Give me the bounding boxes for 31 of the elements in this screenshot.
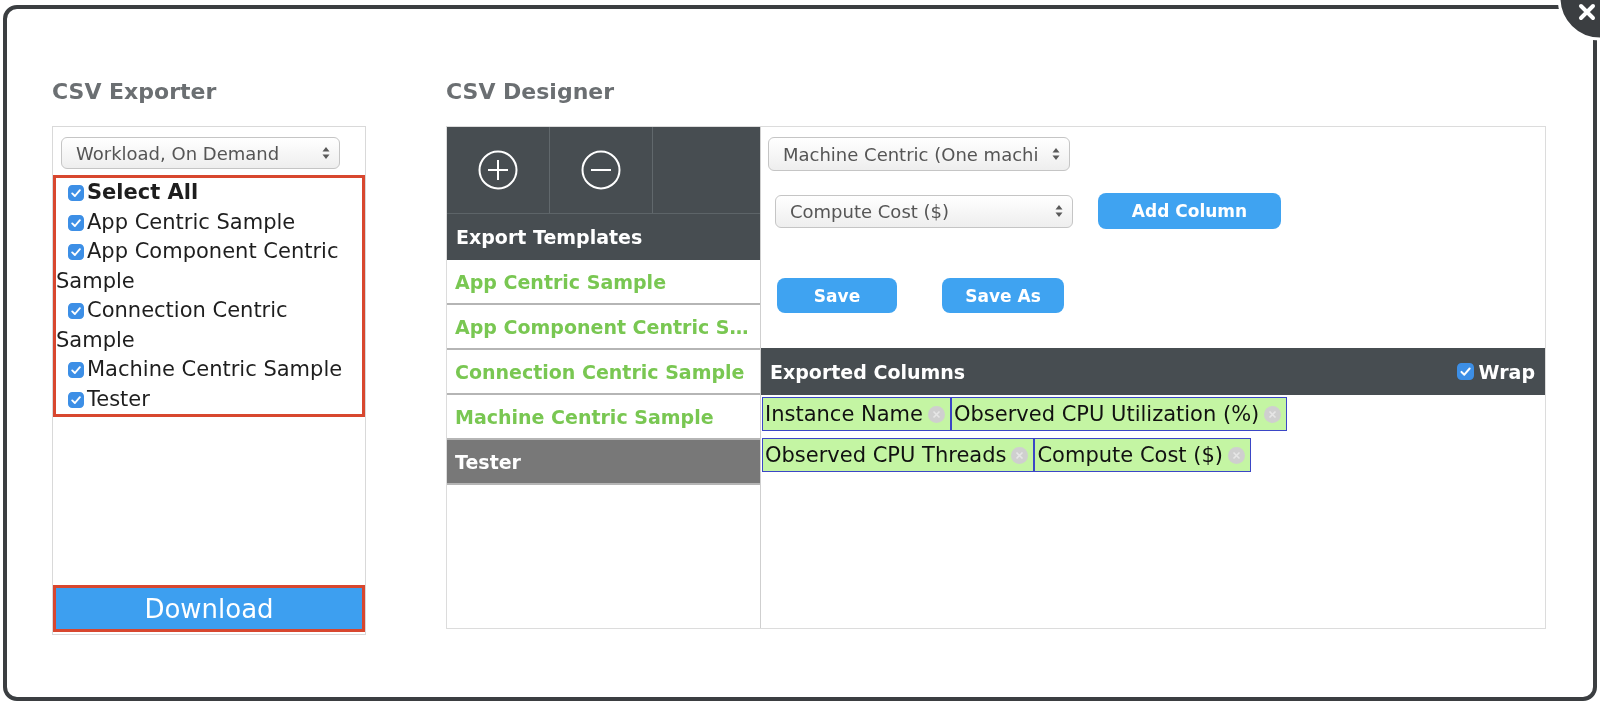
minus-circle-icon (581, 150, 621, 190)
checkbox[interactable] (68, 185, 84, 201)
checkbox-option[interactable]: Tester (56, 384, 362, 414)
column-tag[interactable]: Observed CPU Utilization (%) (950, 397, 1288, 431)
checkbox-option[interactable]: Machine Centric Sample (56, 355, 362, 385)
checkbox-option[interactable]: Select All (56, 178, 362, 208)
section-title: CSV Exporter (52, 79, 218, 105)
checkbox[interactable] (68, 362, 84, 378)
panel-title: Exported Columns (770, 360, 966, 383)
up-down-arrows-icon (1055, 204, 1063, 218)
plus-circle-icon (478, 150, 518, 190)
checkbox-option[interactable]: Connection Centric Sample (56, 296, 362, 355)
dropdown[interactable]: Machine Centric (One machi (768, 137, 1070, 171)
section-title: CSV Designer (446, 79, 616, 105)
column-tag[interactable]: Instance Name (762, 397, 951, 431)
panel-header: Export Templates (447, 213, 760, 260)
column-tag[interactable]: Observed CPU Threads (762, 438, 1035, 472)
dropdown[interactable]: Workload, On Demand (61, 137, 340, 169)
up-down-arrows-icon (1052, 147, 1060, 161)
dropdown[interactable]: Compute Cost ($) (775, 194, 1073, 228)
list-item[interactable]: Tester (447, 440, 760, 485)
checkbox-option[interactable]: App Component Centric Sample (56, 237, 362, 296)
checkbox[interactable] (1456, 363, 1474, 380)
column-tag[interactable]: Compute Cost ($) (1034, 438, 1251, 472)
checkbox[interactable] (68, 214, 84, 231)
checkbox[interactable] (68, 391, 84, 408)
checkbox[interactable] (68, 244, 84, 260)
checkbox-label[interactable]: Wrap (1478, 360, 1535, 383)
up-down-arrows-icon (322, 146, 330, 160)
checkbox[interactable] (68, 303, 84, 319)
checkbox-option[interactable]: App Centric Sample (56, 207, 362, 237)
